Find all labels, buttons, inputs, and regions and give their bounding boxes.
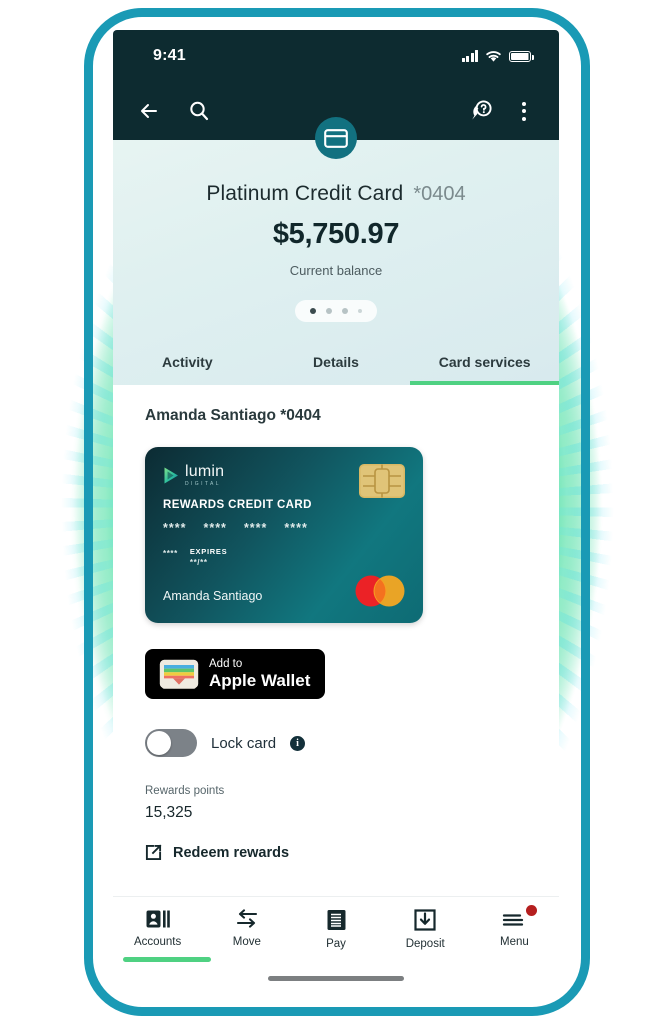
card-cvv-masked: **** [163,549,178,558]
back-arrow-icon[interactable] [137,99,161,123]
lock-card-row: Lock card i [145,729,527,757]
card-services-panel: Amanda Santiago *0404 lumin DIGITAL REWA… [113,385,559,861]
battery-icon [509,50,534,62]
cellular-signal-icon [461,50,478,62]
card-number-group: **** [163,521,187,535]
credit-card-icon[interactable] [315,117,357,159]
mastercard-logo-icon [355,575,405,607]
pagination-dot[interactable] [326,308,332,314]
nav-item-move[interactable]: Move [202,909,291,950]
nav-label: Accounts [133,936,182,948]
hero-title-row: Platinum Credit Card *0404 [113,182,559,206]
pagination-dot[interactable] [342,308,348,314]
brand-name: lumin [185,463,225,480]
status-indicators [461,50,534,63]
nav-item-pay[interactable]: Pay [291,909,380,950]
lock-card-label: Lock card [211,734,277,752]
apple-wallet-icon [159,659,199,689]
nav-label: Pay [326,938,346,950]
account-hero: Platinum Credit Card *0404 $5,750.97 Cur… [113,140,559,385]
transfer-icon [236,909,257,928]
add-to-apple-wallet-button[interactable]: Add to Apple Wallet [145,649,325,699]
nav-label: Move [232,936,261,948]
nav-item-accounts[interactable]: Accounts [113,909,202,950]
page-title: Platinum Credit Card [206,182,404,205]
pagination-dot[interactable] [310,308,316,314]
wallet-line1: Add to [209,658,243,671]
card-number-group: **** [243,521,268,535]
deposit-icon [414,909,436,931]
nav-item-deposit[interactable]: Deposit [381,909,470,950]
tab-bar: Activity Details Card services [113,342,559,385]
credit-card-art[interactable]: lumin DIGITAL REWARDS CREDIT CARD **** *… [145,447,423,623]
hamburger-menu-icon [503,914,524,926]
pagination-dot[interactable] [358,309,362,313]
accounts-icon [146,910,170,928]
carousel-pagination[interactable] [295,300,377,322]
card-number-group: **** [284,521,308,535]
rewards-points-value: 15,325 [145,804,193,821]
bottom-navigation: Accounts Move Pay Deposit Menu [113,896,559,992]
active-tab-indicator [123,957,211,962]
card-number-masked: **** **** **** **** [163,521,406,535]
tab-details[interactable]: Details [262,342,411,385]
account-mask: *0404 [413,183,466,205]
screenshot-stage: 9:41 Platinum Credit Card *0404 $5,750.9… [0,0,672,1024]
lumin-triangle-icon [164,467,178,484]
phone-screen: 9:41 Platinum Credit Card *0404 $5,750.9… [113,30,559,992]
app-nav-bar [113,82,559,159]
redeem-rewards-label: Redeem rewards [173,844,290,861]
bill-pay-icon [327,910,345,930]
brand-sub: DIGITAL [185,481,221,487]
info-icon[interactable]: i [290,735,306,751]
status-bar: 9:41 [113,30,559,82]
kebab-menu-icon[interactable] [513,99,535,123]
card-product-name: REWARDS CREDIT CARD [163,499,312,511]
balance-amount: $5,750.97 [272,218,400,250]
help-chat-icon[interactable] [469,99,493,123]
wallet-line2: Apple Wallet [209,671,311,691]
home-indicator [268,976,404,981]
toggle-knob [147,731,171,755]
status-time: 9:41 [153,47,186,64]
rewards-points-label: Rewards points [145,785,225,797]
card-number-group: **** [203,521,227,535]
search-icon[interactable] [187,99,211,123]
tab-activity[interactable]: Activity [113,342,262,385]
tab-card-services[interactable]: Card services [410,342,559,385]
redeem-rewards-link[interactable]: Redeem rewards [145,844,527,861]
nav-label: Deposit [405,938,445,950]
account-heading: Amanda Santiago *0404 [145,407,321,424]
card-meta-row: **** EXPIRES **/** [163,547,406,567]
wifi-icon [486,50,501,62]
card-expires-value: **/** [189,558,208,567]
emv-chip-icon [359,464,405,498]
balance-label: Current balance [289,263,383,278]
lock-card-toggle[interactable] [145,729,197,757]
card-expires-label: EXPIRES [189,547,228,556]
nav-item-menu[interactable]: Menu [470,905,559,950]
card-holder-name: Amanda Santiago [163,589,263,603]
menu-notification-badge [526,905,538,916]
nav-label: Menu [500,936,529,948]
external-link-icon [145,844,162,861]
